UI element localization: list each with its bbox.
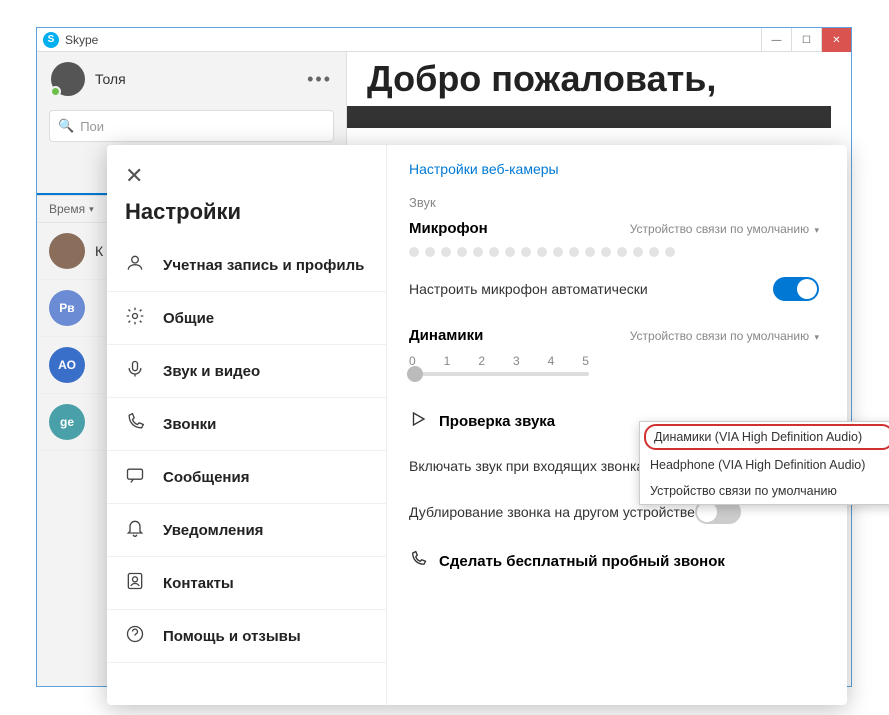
speaker-device-dropdown: Динамики (VIA High Definition Audio) Hea… bbox=[639, 421, 889, 505]
skype-icon: S bbox=[43, 32, 59, 48]
mic-level-meter bbox=[409, 247, 819, 257]
phone-icon bbox=[125, 412, 149, 436]
gear-icon bbox=[125, 306, 149, 330]
more-icon[interactable]: ••• bbox=[307, 69, 332, 90]
maximize-button[interactable]: ☐ bbox=[791, 28, 821, 52]
welcome-heading: Добро пожаловать, bbox=[347, 52, 851, 106]
minimize-button[interactable]: — bbox=[761, 28, 791, 52]
search-input[interactable]: 🔍 Пои bbox=[49, 110, 334, 142]
mic-device-select[interactable]: Устройство связи по умолчанию ▾ bbox=[630, 222, 819, 236]
volume-slider[interactable] bbox=[409, 372, 589, 376]
nav-notifications[interactable]: Уведомления bbox=[107, 504, 386, 557]
webcam-settings-link[interactable]: Настройки веб-камеры bbox=[409, 161, 819, 177]
chevron-down-icon: ▾ bbox=[814, 332, 819, 342]
dropdown-option[interactable]: Устройство связи по умолчанию bbox=[640, 478, 889, 504]
nav-audio-video[interactable]: Звук и видео bbox=[107, 345, 386, 398]
nav-contacts[interactable]: Контакты bbox=[107, 557, 386, 610]
mic-icon bbox=[125, 359, 149, 383]
settings-title: Настройки bbox=[107, 193, 386, 239]
banner-strip bbox=[347, 106, 831, 128]
avatar bbox=[51, 62, 85, 96]
sound-section-label: Звук bbox=[409, 195, 819, 210]
close-icon[interactable]: ✕ bbox=[107, 155, 161, 193]
nav-account[interactable]: Учетная запись и профиль bbox=[107, 239, 386, 292]
speaker-volume: 0 1 2 3 4 5 bbox=[409, 354, 819, 376]
search-icon: 🔍 bbox=[58, 118, 74, 134]
slider-ticks: 0 1 2 3 4 5 bbox=[409, 354, 589, 368]
dropdown-option[interactable]: Динамики (VIA High Definition Audio) bbox=[644, 424, 889, 450]
dropdown-option[interactable]: Headphone (VIA High Definition Audio) bbox=[640, 452, 889, 478]
contacts-icon bbox=[125, 571, 149, 595]
person-icon bbox=[125, 253, 149, 277]
presence-dot bbox=[50, 86, 61, 97]
auto-mic-toggle[interactable] bbox=[773, 277, 819, 301]
free-test-call[interactable]: Сделать бесплатный пробный звонок bbox=[409, 550, 819, 572]
settings-modal: ✕ Настройки Учетная запись и профиль Общ… bbox=[107, 145, 847, 705]
window-title: Skype bbox=[65, 33, 98, 47]
microphone-header: Микрофон Устройство связи по умолчанию ▾ bbox=[409, 220, 819, 237]
slider-thumb[interactable] bbox=[407, 366, 423, 382]
speakers-header: Динамики Устройство связи по умолчанию ▾ bbox=[409, 327, 819, 344]
chevron-down-icon: ▾ bbox=[814, 225, 819, 235]
settings-nav: ✕ Настройки Учетная запись и профиль Общ… bbox=[107, 145, 387, 705]
avatar bbox=[49, 233, 85, 269]
speaker-device-select[interactable]: Устройство связи по умолчанию ▾ bbox=[630, 329, 819, 343]
help-icon bbox=[125, 624, 149, 648]
avatar: Рв bbox=[49, 290, 85, 326]
nav-general[interactable]: Общие bbox=[107, 292, 386, 345]
bell-icon bbox=[125, 518, 149, 542]
nav-calls[interactable]: Звонки bbox=[107, 398, 386, 451]
app-window: S Skype — ☐ ✕ Толя ••• 🔍 Пои 💬 Чаты bbox=[36, 27, 852, 687]
avatar: АО bbox=[49, 347, 85, 383]
nav-help[interactable]: Помощь и отзывы bbox=[107, 610, 386, 663]
user-name: Толя bbox=[95, 71, 126, 87]
play-icon bbox=[409, 410, 427, 432]
window-controls: — ☐ ✕ bbox=[761, 28, 851, 52]
titlebar: S Skype — ☐ ✕ bbox=[37, 28, 851, 52]
phone-icon bbox=[409, 550, 427, 572]
current-user[interactable]: Толя ••• bbox=[37, 52, 346, 106]
close-button[interactable]: ✕ bbox=[821, 28, 851, 52]
auto-mic-row: Настроить микрофон автоматически bbox=[409, 277, 819, 301]
avatar: ge bbox=[49, 404, 85, 440]
settings-content: Настройки веб-камеры Звук Микрофон Устро… bbox=[387, 145, 847, 705]
search-placeholder: Пои bbox=[80, 119, 104, 134]
nav-messages[interactable]: Сообщения bbox=[107, 451, 386, 504]
message-icon bbox=[125, 465, 149, 489]
chevron-down-icon: ▾ bbox=[89, 204, 94, 215]
